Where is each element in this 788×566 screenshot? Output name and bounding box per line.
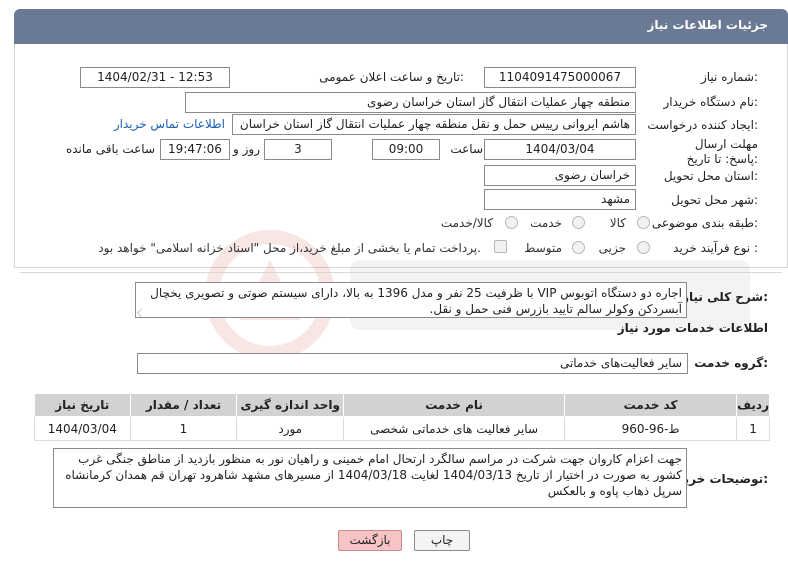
need-number-field[interactable]: 1104091475000067: [484, 67, 636, 88]
summary-label: شرح کلی نیاز:: [682, 290, 768, 304]
table-row[interactable]: 1404/03/04 1 مورد سایر فعالیت های خدماتی…: [34, 416, 770, 441]
cell-row-number: 1: [736, 416, 770, 441]
cell-service-code: ط-96-960: [564, 416, 738, 441]
col-row-number: ردیف: [736, 393, 770, 417]
category-goods-radio[interactable]: [637, 216, 650, 229]
service-group-field[interactable]: سایر فعالیت‌های خدماتی: [137, 353, 688, 374]
col-unit: واحد اندازه گیری: [236, 393, 345, 417]
buyer-field[interactable]: منطقه چهار عملیات انتقال گاز استان خراسا…: [185, 92, 636, 113]
city-field[interactable]: مشهد: [484, 189, 636, 210]
process-minor-label: جزیی: [598, 241, 626, 255]
summary-textarea[interactable]: اجاره دو دستگاه اتوبوس VIP با ظرفیت 25 ن…: [135, 282, 687, 318]
announce-field[interactable]: 1404/02/31 - 12:53: [80, 67, 230, 88]
summary-text: اجاره دو دستگاه اتوبوس VIP با ظرفیت 25 ن…: [150, 286, 682, 316]
cell-service-name: سایر فعالیت های خدماتی شخصی: [343, 416, 566, 441]
page-title: جزئیات اطلاعات نیاز: [647, 18, 768, 32]
province-label: استان محل تحویل:: [663, 169, 758, 183]
category-goods-label: کالا: [609, 216, 626, 230]
back-button[interactable]: بازگشت: [338, 530, 402, 551]
deadline-time-field[interactable]: 09:00: [372, 139, 440, 160]
process-medium-radio[interactable]: [572, 241, 585, 254]
creator-label: ایجاد کننده درخواست:: [647, 118, 758, 132]
process-label: نوع فرآیند خرید :: [673, 241, 758, 255]
buyer-notes-textarea[interactable]: جهت اعزام کاروان جهت شرکت در مراسم سالگر…: [53, 448, 687, 508]
deadline-time-label: ساعت: [450, 142, 483, 156]
cell-quantity: 1: [129, 416, 238, 441]
category-label: طبقه بندی موضوعی:: [651, 216, 758, 230]
remaining-time-field[interactable]: 19:47:06: [160, 139, 230, 160]
category-service-radio[interactable]: [572, 216, 585, 229]
process-medium-label: متوسط: [524, 241, 562, 255]
services-section-title: اطلاعات خدمات مورد نیاز: [617, 321, 768, 335]
print-button[interactable]: چاپ: [414, 530, 470, 551]
city-label: شهر محل تحویل:: [671, 193, 758, 207]
payment-note: پرداخت تمام یا بخشی از مبلغ خرید،از محل …: [98, 241, 481, 255]
buyer-contact-link[interactable]: اطلاعات تماس خریدار: [114, 117, 225, 131]
category-service-label: خدمت: [530, 216, 562, 230]
announce-label: تاریخ و ساعت اعلان عمومی:: [319, 70, 464, 84]
buyer-notes-text: جهت اعزام کاروان جهت شرکت در مراسم سالگر…: [65, 452, 682, 498]
days-label: روز و: [233, 142, 260, 156]
deadline-date-field[interactable]: 1404/03/04: [484, 139, 636, 160]
days-field[interactable]: 3: [264, 139, 332, 160]
cell-need-date: 1404/03/04: [34, 416, 131, 441]
table-header-row: تاریخ نیاز تعداد / مقدار واحد اندازه گیر…: [34, 393, 770, 417]
category-both-label: کالا/خدمت: [440, 216, 493, 230]
creator-field[interactable]: هاشم ایروانی رییس حمل و نقل منطقه چهار ع…: [232, 114, 636, 135]
service-group-label: گروه خدمت:: [694, 356, 768, 370]
remaining-label: ساعت باقی مانده: [65, 142, 155, 156]
services-table: تاریخ نیاز تعداد / مقدار واحد اندازه گیر…: [34, 393, 770, 441]
col-service-code: کد خدمت: [564, 393, 738, 417]
panel-header: جزئیات اطلاعات نیاز: [14, 9, 788, 44]
col-need-date: تاریخ نیاز: [34, 393, 131, 417]
need-number-label: شماره نیاز:: [700, 70, 758, 84]
col-service-name: نام خدمت: [343, 393, 566, 417]
process-minor-radio[interactable]: [637, 241, 650, 254]
divider: [20, 272, 782, 273]
treasury-checkbox[interactable]: [494, 240, 507, 253]
category-both-radio[interactable]: [505, 216, 518, 229]
deadline-label: مهلت ارسال پاسخ: تا تاریخ:: [686, 137, 758, 166]
cell-unit: مورد: [236, 416, 345, 441]
province-field[interactable]: خراسان رضوی: [484, 165, 636, 186]
buyer-label: نام دستگاه خریدار:: [663, 95, 759, 109]
resize-grip-icon[interactable]: [136, 308, 146, 317]
col-quantity: تعداد / مقدار: [129, 393, 238, 417]
